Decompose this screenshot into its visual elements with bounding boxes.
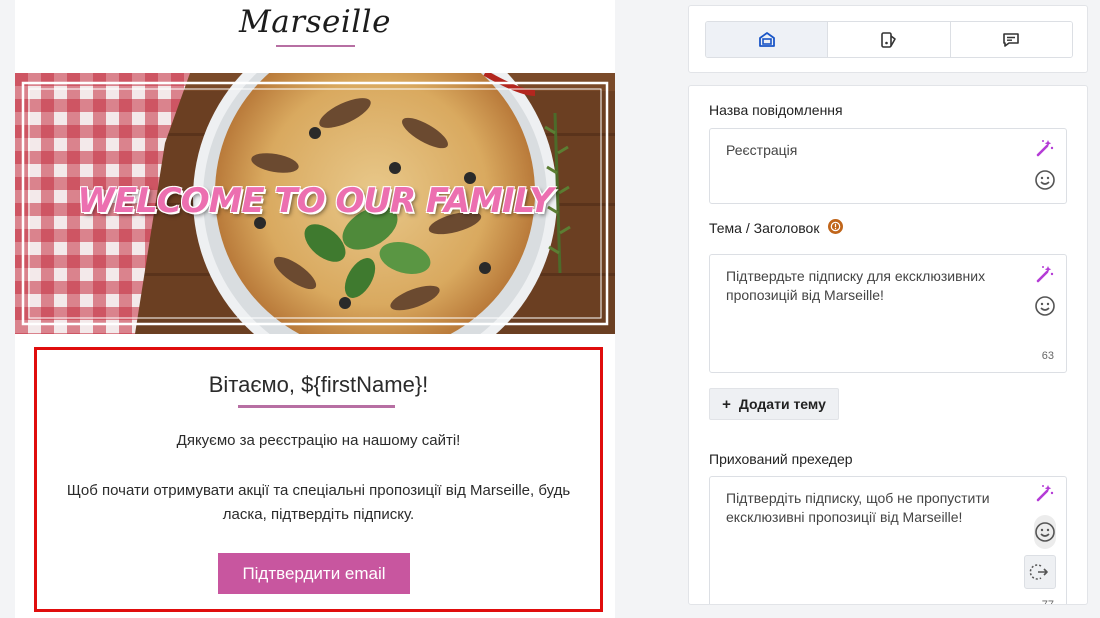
- warning-icon[interactable]: [828, 219, 843, 234]
- emoji-icon[interactable]: [1034, 295, 1056, 317]
- greeting-heading: Вітаємо, ${firstName}!: [208, 372, 429, 397]
- subject-field[interactable]: Підтвердьте підписку для ексклюзивних пр…: [709, 254, 1067, 373]
- preheader-char-counter: 77: [1041, 599, 1054, 605]
- email-settings-icon: [758, 31, 775, 47]
- message-settings-form: Назва повідомлення Реєстрація Тема / Заг…: [688, 85, 1088, 605]
- hero-banner: WELCOME TO OUR FAMILY: [15, 73, 615, 334]
- preheader-field[interactable]: Підтвердіть підписку, щоб не пропустити …: [709, 476, 1067, 605]
- selected-content-block[interactable]: Вітаємо, ${firstName}! Дякуємо за реєстр…: [34, 347, 603, 612]
- plus-icon: +: [722, 395, 731, 413]
- add-topic-label: Додати тему: [738, 396, 826, 412]
- settings-tabs: [705, 21, 1073, 58]
- greeting-underline: [238, 405, 395, 408]
- message-name-label: Назва повідомлення: [709, 102, 843, 118]
- preheader-value: Підтвердіть підписку, щоб не пропустити …: [726, 490, 990, 525]
- subject-char-counter: 63: [1041, 350, 1054, 362]
- add-topic-button[interactable]: + Додати тему: [709, 388, 839, 420]
- tab-messages[interactable]: [950, 22, 1072, 57]
- banner-headline: WELCOME TO OUR FAMILY: [77, 181, 553, 221]
- ai-magic-wand-icon[interactable]: [1034, 137, 1056, 159]
- insert-variable-button[interactable]: [1024, 555, 1056, 589]
- cursor-arrow-icon: [1029, 564, 1048, 580]
- emoji-icon[interactable]: [1034, 169, 1056, 191]
- confirm-email-button[interactable]: Підтвердити email: [218, 553, 410, 594]
- email-preview: Marseille WELCOME TO OUR FAMILY Вітаємо,…: [15, 0, 615, 618]
- confirm-instructions: Щоб почати отримувати акції та спеціальн…: [66, 482, 571, 523]
- tab-email-settings[interactable]: [706, 22, 829, 57]
- logo-underline: [276, 45, 355, 47]
- message-icon: [1003, 32, 1020, 47]
- message-name-value: Реєстрація: [726, 142, 798, 158]
- subject-value: Підтвердьте підписку для ексклюзивних пр…: [726, 268, 986, 303]
- tab-design[interactable]: [828, 22, 951, 57]
- emoji-icon[interactable]: [1034, 515, 1056, 549]
- settings-tabs-card: [688, 5, 1088, 73]
- design-tag-icon: [881, 31, 896, 48]
- thanks-text: Дякуємо за реєстрацію на нашому сайті!: [176, 432, 461, 449]
- subject-label: Тема / Заголовок: [709, 220, 820, 236]
- ai-magic-wand-icon[interactable]: [1034, 263, 1056, 285]
- message-name-field[interactable]: Реєстрація: [709, 128, 1067, 204]
- ai-magic-wand-icon[interactable]: [1034, 482, 1056, 504]
- preheader-label: Прихований прехедер: [709, 451, 853, 467]
- brand-logo: Marseille: [239, 4, 391, 40]
